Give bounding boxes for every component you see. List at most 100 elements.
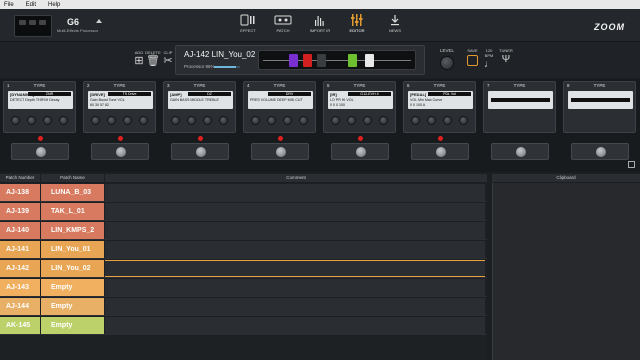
slot-4-knob-2[interactable] xyxy=(267,116,276,125)
menu-help[interactable]: Help xyxy=(48,2,60,8)
table-row[interactable]: AJ-139 TAK_L_01 xyxy=(0,202,487,221)
slot-3-knob-2[interactable] xyxy=(187,116,196,125)
slot-5-knob-2[interactable] xyxy=(347,116,356,125)
slot-5-knob-4[interactable] xyxy=(379,116,388,125)
col-patch-name[interactable]: Patch Name xyxy=(41,174,104,182)
slot-8-footswitch[interactable] xyxy=(571,143,629,160)
bpm-button[interactable]: 120 BPM ♩ xyxy=(481,48,497,71)
comment-cell[interactable] xyxy=(105,184,485,201)
slot-4-footswitch[interactable] xyxy=(251,143,309,160)
nav-effect-label: EFFECT xyxy=(240,28,256,33)
slot-7-footswitch[interactable] xyxy=(491,143,549,160)
slot-category: [IR] xyxy=(330,92,337,97)
table-row[interactable]: AK-145 Empty xyxy=(0,316,487,335)
slot-1-knob-3[interactable] xyxy=(43,116,52,125)
slot-type-header[interactable]: TYPE xyxy=(84,82,155,89)
slot-2-knob-4[interactable] xyxy=(139,116,148,125)
slot-3-footswitch[interactable] xyxy=(171,143,229,160)
chain-pedal-3[interactable] xyxy=(317,54,326,67)
slot-3-knob-4[interactable] xyxy=(219,116,228,125)
effect-slot-2[interactable]: 2 TYPE [DRIVE] TS Drive Gain Boost Tone VOL 6… xyxy=(83,81,156,133)
slot-4-knob-1[interactable] xyxy=(251,116,260,125)
slot-6-knob-4[interactable] xyxy=(459,116,468,125)
clip-button[interactable]: CLIP ✂ xyxy=(160,50,176,67)
nav-import-ir[interactable]: IMPORT IR xyxy=(303,14,337,40)
nav-effect[interactable]: EFFECT xyxy=(231,14,265,40)
slot-6-knob-2[interactable] xyxy=(427,116,436,125)
chain-pedal-1[interactable] xyxy=(289,54,298,67)
slot-type-header[interactable]: TYPE xyxy=(484,82,555,89)
slot-5-knob-1[interactable] xyxy=(331,116,340,125)
slot-type-header[interactable]: TYPE xyxy=(404,82,475,89)
slot-type-header[interactable]: TYPE xyxy=(164,82,235,89)
comment-cell[interactable] xyxy=(105,260,485,277)
table-row[interactable]: AJ-138 LUNA_B_03 xyxy=(0,183,487,202)
slot-category: [AMP] xyxy=(170,92,182,97)
slot-type-header[interactable]: TYPE xyxy=(4,82,75,89)
level-knob[interactable] xyxy=(440,56,454,70)
slot-1-knob-1[interactable] xyxy=(11,116,20,125)
effect-slot-8[interactable]: 8 TYPE xyxy=(563,81,636,133)
nav-editor[interactable]: EDITOR xyxy=(340,14,374,40)
slot-5-knob-3[interactable] xyxy=(363,116,372,125)
slot-display xyxy=(488,91,553,109)
slot-2-knob-1[interactable] xyxy=(91,116,100,125)
slot-2-footswitch[interactable] xyxy=(91,143,149,160)
effect-slot-1[interactable]: 1 TYPE [DYNAMICS] ZNR DETECT Depth THRSH Dec… xyxy=(3,81,76,133)
slot-1-footswitch[interactable] xyxy=(11,143,69,160)
slot-2-led xyxy=(118,136,123,141)
news-icon xyxy=(391,15,399,26)
slot-6-knob-3[interactable] xyxy=(443,116,452,125)
slot-1-knob-4[interactable] xyxy=(59,116,68,125)
chain-pedal-5[interactable] xyxy=(365,54,374,67)
slot-1-knob-2[interactable] xyxy=(27,116,36,125)
slot-4-knob-4[interactable] xyxy=(299,116,308,125)
slot-type-header[interactable]: TYPE xyxy=(244,82,315,89)
table-row[interactable]: AJ-144 Empty xyxy=(0,297,487,316)
comment-cell[interactable] xyxy=(105,279,485,296)
slot-2-knob-2[interactable] xyxy=(107,116,116,125)
slot-4-knob-3[interactable] xyxy=(283,116,292,125)
metronome-icon: ♩ xyxy=(484,59,494,70)
clipboard-panel[interactable] xyxy=(492,183,640,360)
nav-news[interactable]: NEWS xyxy=(378,14,412,40)
table-row[interactable]: AJ-141 LIN_You_01 xyxy=(0,240,487,259)
table-row[interactable]: AJ-143 Empty xyxy=(0,278,487,297)
effect-slot-5[interactable]: 5 TYPE [IR] G12-EVH 4 LO PR HI VOL 0 0 0 100 xyxy=(323,81,396,133)
effect-slot-7[interactable]: 7 TYPE xyxy=(483,81,556,133)
slot-2-knob-3[interactable] xyxy=(123,116,132,125)
chain-pedal-2[interactable] xyxy=(303,54,312,67)
slot-type-header[interactable]: TYPE xyxy=(564,82,635,89)
save-button[interactable]: SAVE xyxy=(467,48,478,66)
table-row[interactable]: AJ-140 LIN_KMPS_2 xyxy=(0,221,487,240)
slot-6-footswitch[interactable] xyxy=(411,143,469,160)
comment-cell[interactable] xyxy=(105,241,485,258)
table-row[interactable]: AJ-142 LIN_You_02 xyxy=(0,259,487,278)
comment-cell[interactable] xyxy=(105,222,485,239)
menu-edit[interactable]: Edit xyxy=(26,2,36,8)
tuner-button[interactable]: TUNER Ψ xyxy=(499,48,513,66)
chain-pedal-4[interactable] xyxy=(348,54,357,67)
slot-3-knob-3[interactable] xyxy=(203,116,212,125)
nav-patch[interactable]: PATCH xyxy=(266,14,300,40)
comment-cell[interactable] xyxy=(105,298,485,315)
delete-button[interactable]: DELETE 🗑 xyxy=(145,50,161,67)
comment-cell[interactable] xyxy=(105,203,485,220)
eject-icon[interactable] xyxy=(96,19,102,23)
col-patch-number[interactable]: Patch Number xyxy=(0,174,40,182)
comment-cell[interactable] xyxy=(105,317,485,334)
patch-title[interactable]: AJ-142 LIN_You_02 xyxy=(184,50,255,59)
expand-toggle[interactable] xyxy=(628,161,635,168)
effect-slot-6[interactable]: 6 TYPE [PEDAL] PDL Vol VOL Min Max Curve 0 0 … xyxy=(403,81,476,133)
slot-type-header[interactable]: TYPE xyxy=(324,82,395,89)
col-comment[interactable]: Comment xyxy=(105,174,487,182)
effect-slot-4[interactable]: 4 TYPE DRV PRES VOLUME DEEP MID CUT xyxy=(243,81,316,133)
slot-6-knob-1[interactable] xyxy=(411,116,420,125)
current-patch-panel: AJ-142 LIN_You_02 Processor 86% xyxy=(175,45,425,75)
effect-slot-3[interactable]: 3 TYPE [AMP] DZ GAIN BASS MIDDLE TREBLE xyxy=(163,81,236,133)
slot-3-knob-1[interactable] xyxy=(171,116,180,125)
slot-effect-name: G12-EVH 4 xyxy=(348,92,391,96)
slot-effect-name: DZ xyxy=(188,92,231,96)
menu-file[interactable]: File xyxy=(4,2,14,8)
slot-5-footswitch[interactable] xyxy=(331,143,389,160)
